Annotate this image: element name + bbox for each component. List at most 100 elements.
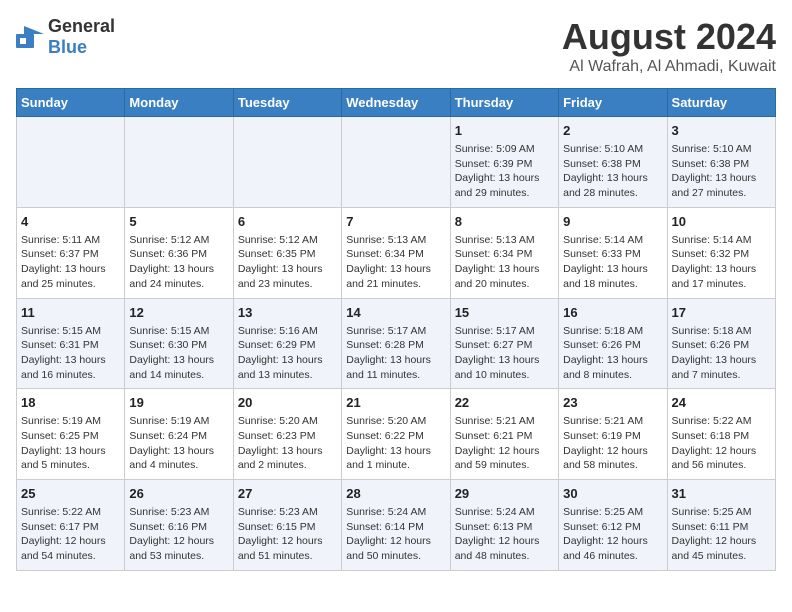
day-content: Sunrise: 5:15 AM Sunset: 6:30 PM Dayligh… — [129, 324, 228, 383]
day-number: 20 — [238, 395, 337, 410]
calendar-cell — [125, 117, 233, 208]
day-number: 21 — [346, 395, 445, 410]
header: General Blue August 2024 Al Wafrah, Al A… — [16, 16, 776, 76]
day-number: 2 — [563, 123, 662, 138]
day-number: 26 — [129, 486, 228, 501]
day-content: Sunrise: 5:23 AM Sunset: 6:15 PM Dayligh… — [238, 505, 337, 564]
day-content: Sunrise: 5:14 AM Sunset: 6:32 PM Dayligh… — [672, 233, 771, 292]
day-number: 30 — [563, 486, 662, 501]
calendar-cell: 1Sunrise: 5:09 AM Sunset: 6:39 PM Daylig… — [450, 117, 558, 208]
calendar-cell: 20 Sunrise: 5:20 AM Sunset: 6:23 PM Dayli… — [233, 389, 341, 480]
logo-text: General Blue — [48, 16, 115, 58]
day-number: 25 — [21, 486, 120, 501]
day-content: Sunrise: 5:10 AM Sunset: 6:38 PM Dayligh… — [672, 142, 771, 201]
day-content: Sunrise: 5:22 AM Sunset: 6:18 PM Dayligh… — [672, 414, 771, 473]
calendar-cell: 30 Sunrise: 5:25 AM Sunset: 6:12 PM Dayli… — [559, 480, 667, 571]
calendar-week-5: 25 Sunrise: 5:22 AM Sunset: 6:17 PM Dayli… — [17, 480, 776, 571]
day-number: 13 — [238, 305, 337, 320]
calendar-cell: 18Sunrise: 5:19 AM Sunset: 6:25 PM Dayli… — [17, 389, 125, 480]
day-number: 1 — [455, 123, 554, 138]
day-header-wednesday: Wednesday — [342, 89, 450, 117]
calendar-cell: 12 Sunrise: 5:15 AM Sunset: 6:30 PM Dayli… — [125, 298, 233, 389]
day-content: Sunrise: 5:11 AM Sunset: 6:37 PM Dayligh… — [21, 233, 120, 292]
day-content: Sunrise: 5:18 AM Sunset: 6:26 PM Dayligh… — [672, 324, 771, 383]
calendar-cell: 25 Sunrise: 5:22 AM Sunset: 6:17 PM Dayli… — [17, 480, 125, 571]
day-content: Sunrise: 5:15 AM Sunset: 6:31 PM Dayligh… — [21, 324, 120, 383]
day-number: 24 — [672, 395, 771, 410]
calendar-cell: 13 Sunrise: 5:16 AM Sunset: 6:29 PM Dayli… — [233, 298, 341, 389]
calendar-cell: 28 Sunrise: 5:24 AM Sunset: 6:14 PM Dayli… — [342, 480, 450, 571]
day-content: Sunrise: 5:24 AM Sunset: 6:14 PM Dayligh… — [346, 505, 445, 564]
header-row: SundayMondayTuesdayWednesdayThursdayFrid… — [17, 89, 776, 117]
day-number: 15 — [455, 305, 554, 320]
day-number: 17 — [672, 305, 771, 320]
day-content: Sunrise: 5:19 AM Sunset: 6:25 PM Dayligh… — [21, 414, 120, 473]
calendar-cell: 8 Sunrise: 5:13 AM Sunset: 6:34 PM Daylig… — [450, 207, 558, 298]
day-number: 10 — [672, 214, 771, 229]
day-number: 28 — [346, 486, 445, 501]
calendar-cell: 16 Sunrise: 5:18 AM Sunset: 6:26 PM Dayli… — [559, 298, 667, 389]
day-number: 3 — [672, 123, 771, 138]
day-number: 22 — [455, 395, 554, 410]
day-number: 14 — [346, 305, 445, 320]
calendar-cell: 10 Sunrise: 5:14 AM Sunset: 6:32 PM Dayli… — [667, 207, 775, 298]
day-content: Sunrise: 5:16 AM Sunset: 6:29 PM Dayligh… — [238, 324, 337, 383]
calendar-cell: 22 Sunrise: 5:21 AM Sunset: 6:21 PM Dayli… — [450, 389, 558, 480]
calendar-cell: 27 Sunrise: 5:23 AM Sunset: 6:15 PM Dayli… — [233, 480, 341, 571]
calendar-cell: 24 Sunrise: 5:22 AM Sunset: 6:18 PM Dayli… — [667, 389, 775, 480]
day-number: 29 — [455, 486, 554, 501]
logo: General Blue — [16, 16, 115, 58]
day-content: Sunrise: 5:17 AM Sunset: 6:28 PM Dayligh… — [346, 324, 445, 383]
day-content: Sunrise: 5:20 AM Sunset: 6:23 PM Dayligh… — [238, 414, 337, 473]
day-number: 8 — [455, 214, 554, 229]
day-content: Sunrise: 5:12 AM Sunset: 6:36 PM Dayligh… — [129, 233, 228, 292]
day-header-sunday: Sunday — [17, 89, 125, 117]
day-content: Sunrise: 5:25 AM Sunset: 6:12 PM Dayligh… — [563, 505, 662, 564]
day-content: Sunrise: 5:22 AM Sunset: 6:17 PM Dayligh… — [21, 505, 120, 564]
day-content: Sunrise: 5:14 AM Sunset: 6:33 PM Dayligh… — [563, 233, 662, 292]
calendar-cell: 14 Sunrise: 5:17 AM Sunset: 6:28 PM Dayli… — [342, 298, 450, 389]
day-header-friday: Friday — [559, 89, 667, 117]
day-header-thursday: Thursday — [450, 89, 558, 117]
day-header-saturday: Saturday — [667, 89, 775, 117]
calendar-cell: 3 Sunrise: 5:10 AM Sunset: 6:38 PM Daylig… — [667, 117, 775, 208]
calendar-cell: 15 Sunrise: 5:17 AM Sunset: 6:27 PM Dayli… — [450, 298, 558, 389]
day-header-tuesday: Tuesday — [233, 89, 341, 117]
day-number: 31 — [672, 486, 771, 501]
day-number: 16 — [563, 305, 662, 320]
calendar-cell — [342, 117, 450, 208]
day-number: 27 — [238, 486, 337, 501]
sub-title: Al Wafrah, Al Ahmadi, Kuwait — [562, 58, 776, 76]
day-content: Sunrise: 5:21 AM Sunset: 6:21 PM Dayligh… — [455, 414, 554, 473]
calendar-cell: 4Sunrise: 5:11 AM Sunset: 6:37 PM Daylig… — [17, 207, 125, 298]
calendar-cell: 11Sunrise: 5:15 AM Sunset: 6:31 PM Dayli… — [17, 298, 125, 389]
calendar-week-1: 1Sunrise: 5:09 AM Sunset: 6:39 PM Daylig… — [17, 117, 776, 208]
day-content: Sunrise: 5:10 AM Sunset: 6:38 PM Dayligh… — [563, 142, 662, 201]
day-content: Sunrise: 5:25 AM Sunset: 6:11 PM Dayligh… — [672, 505, 771, 564]
day-content: Sunrise: 5:23 AM Sunset: 6:16 PM Dayligh… — [129, 505, 228, 564]
day-number: 23 — [563, 395, 662, 410]
calendar-cell: 29 Sunrise: 5:24 AM Sunset: 6:13 PM Dayli… — [450, 480, 558, 571]
calendar-cell: 17 Sunrise: 5:18 AM Sunset: 6:26 PM Dayli… — [667, 298, 775, 389]
calendar-cell: 31 Sunrise: 5:25 AM Sunset: 6:11 PM Dayli… — [667, 480, 775, 571]
calendar-week-3: 11Sunrise: 5:15 AM Sunset: 6:31 PM Dayli… — [17, 298, 776, 389]
day-content: Sunrise: 5:18 AM Sunset: 6:26 PM Dayligh… — [563, 324, 662, 383]
day-number: 9 — [563, 214, 662, 229]
calendar-cell — [17, 117, 125, 208]
day-number: 12 — [129, 305, 228, 320]
calendar-table: SundayMondayTuesdayWednesdayThursdayFrid… — [16, 88, 776, 571]
day-number: 5 — [129, 214, 228, 229]
calendar-cell — [233, 117, 341, 208]
calendar-cell: 6Sunrise: 5:12 AM Sunset: 6:35 PM Daylig… — [233, 207, 341, 298]
day-header-monday: Monday — [125, 89, 233, 117]
calendar-cell: 7Sunrise: 5:13 AM Sunset: 6:34 PM Daylig… — [342, 207, 450, 298]
calendar-cell: 21Sunrise: 5:20 AM Sunset: 6:22 PM Dayli… — [342, 389, 450, 480]
title-area: August 2024 Al Wafrah, Al Ahmadi, Kuwait — [562, 16, 776, 76]
calendar-cell: 5 Sunrise: 5:12 AM Sunset: 6:36 PM Daylig… — [125, 207, 233, 298]
calendar-week-2: 4Sunrise: 5:11 AM Sunset: 6:37 PM Daylig… — [17, 207, 776, 298]
day-content: Sunrise: 5:13 AM Sunset: 6:34 PM Dayligh… — [455, 233, 554, 292]
day-content: Sunrise: 5:21 AM Sunset: 6:19 PM Dayligh… — [563, 414, 662, 473]
day-content: Sunrise: 5:24 AM Sunset: 6:13 PM Dayligh… — [455, 505, 554, 564]
calendar-cell: 19Sunrise: 5:19 AM Sunset: 6:24 PM Dayli… — [125, 389, 233, 480]
day-content: Sunrise: 5:17 AM Sunset: 6:27 PM Dayligh… — [455, 324, 554, 383]
